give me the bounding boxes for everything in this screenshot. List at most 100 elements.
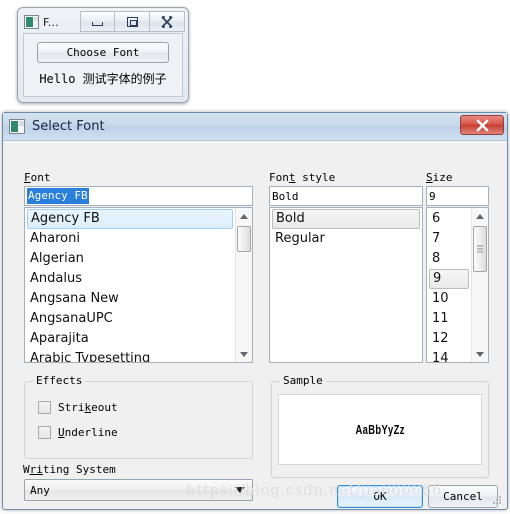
strikeout-label-rest: eout bbox=[91, 401, 118, 414]
select-font-dialog: Select Font Font Font style Size Agency … bbox=[2, 112, 508, 510]
dialog-titlebar[interactable]: Select Font bbox=[3, 113, 507, 141]
list-item[interactable]: 11 bbox=[428, 309, 470, 329]
dialog-close-button[interactable] bbox=[460, 115, 504, 135]
font-style-label-pre: Fon bbox=[269, 171, 289, 184]
list-item[interactable]: Agency FB bbox=[27, 209, 233, 229]
list-item[interactable]: 7 bbox=[428, 229, 470, 249]
scroll-up-button[interactable] bbox=[472, 208, 488, 224]
sample-group-title: Sample bbox=[280, 374, 326, 387]
choose-font-button[interactable]: Choose Font bbox=[37, 42, 169, 63]
dialog-title: Select Font bbox=[32, 119, 105, 134]
list-item[interactable]: 10 bbox=[428, 289, 470, 309]
list-item[interactable]: Angsana New bbox=[26, 289, 234, 309]
effects-group-title: Effects bbox=[33, 374, 86, 387]
scroll-down-button[interactable] bbox=[236, 346, 252, 362]
font-style-input-value: Bold bbox=[272, 189, 299, 203]
size-input-value: 9 bbox=[429, 189, 436, 203]
minimize-icon bbox=[92, 21, 103, 26]
minimize-button[interactable] bbox=[80, 11, 115, 32]
writing-system-value: Any bbox=[30, 483, 50, 497]
chevron-down-icon bbox=[476, 351, 484, 357]
size-input[interactable]: 9 bbox=[426, 186, 489, 206]
list-item[interactable]: Aharoni bbox=[26, 229, 234, 249]
close-icon bbox=[475, 118, 489, 132]
font-style-listbox[interactable]: Bold Regular bbox=[269, 207, 423, 363]
sample-preview-box: AaBbYyZz bbox=[278, 394, 482, 465]
strikeout-checkbox-row[interactable]: Strikeout bbox=[38, 401, 118, 414]
underline-label-rest: nderline bbox=[64, 426, 118, 439]
strikeout-label: Strikeout bbox=[58, 401, 118, 414]
chevron-up-icon bbox=[476, 213, 484, 219]
underline-label-accel: U bbox=[58, 426, 65, 439]
font-list-items: Agency FB Aharoni Algerian Andalus Angsa… bbox=[25, 208, 235, 362]
scrollbar-thumb[interactable] bbox=[237, 226, 251, 252]
font-input-value: Agency FB bbox=[27, 188, 89, 204]
writing-system-label-pre: W bbox=[23, 463, 30, 476]
app-window-controls bbox=[80, 11, 185, 32]
scrollbar-thumb[interactable] bbox=[473, 226, 487, 272]
writing-system-label-accel: ri bbox=[29, 463, 43, 476]
scrollbar-grip-icon bbox=[477, 245, 483, 253]
chevron-down-icon bbox=[240, 351, 248, 357]
writing-system-label: Writing System bbox=[23, 463, 116, 476]
list-item[interactable]: 14 bbox=[428, 349, 470, 362]
size-label-rest: ize bbox=[432, 171, 453, 184]
chevron-up-icon bbox=[240, 213, 248, 219]
scroll-down-button[interactable] bbox=[472, 346, 488, 362]
font-style-label: Font style bbox=[269, 171, 335, 184]
font-preview-text: Hello 测试字体的例子 bbox=[39, 72, 167, 86]
close-icon bbox=[161, 15, 173, 28]
font-style-label-accel: t bbox=[288, 171, 296, 184]
close-button[interactable] bbox=[150, 11, 185, 32]
size-list-items: 6 7 8 9 10 11 12 14 bbox=[427, 208, 471, 362]
underline-checkbox[interactable] bbox=[38, 426, 51, 439]
list-item[interactable]: Regular bbox=[271, 229, 421, 249]
font-listbox[interactable]: Agency FB Aharoni Algerian Andalus Angsa… bbox=[24, 207, 253, 363]
font-input[interactable]: Agency FB bbox=[24, 186, 253, 206]
app-window: F... Choose Font Hello 测试字体的例子 bbox=[17, 7, 189, 103]
list-item[interactable]: 8 bbox=[428, 249, 470, 269]
ok-button[interactable]: OK bbox=[337, 485, 423, 508]
writing-system-select[interactable]: Any bbox=[24, 479, 253, 501]
writing-system-label-rest: ting System bbox=[42, 463, 116, 476]
size-label: Size bbox=[426, 171, 453, 184]
size-list-scrollbar[interactable] bbox=[471, 208, 488, 362]
font-style-list-items: Bold Regular bbox=[270, 208, 422, 362]
list-item[interactable]: Algerian bbox=[26, 249, 234, 269]
strikeout-checkbox[interactable] bbox=[38, 401, 51, 414]
underline-label: Underline bbox=[58, 426, 118, 439]
maximize-icon bbox=[126, 16, 138, 27]
app-window-body: Choose Font Hello 测试字体的例子 bbox=[23, 33, 183, 97]
font-label-accel: F bbox=[24, 171, 31, 184]
sample-preview-text: AaBbYyZz bbox=[355, 422, 405, 437]
size-label-accel: S bbox=[426, 171, 433, 184]
list-item[interactable]: 12 bbox=[428, 329, 470, 349]
resize-grip-icon[interactable] bbox=[491, 494, 501, 504]
font-style-label-rest: style bbox=[295, 171, 336, 184]
font-label: Font bbox=[24, 171, 51, 184]
list-item[interactable]: Andalus bbox=[26, 269, 234, 289]
font-style-input[interactable]: Bold bbox=[269, 186, 423, 206]
app-window-titlebar[interactable]: F... bbox=[21, 11, 185, 33]
dialog-icon bbox=[9, 119, 25, 134]
font-list-scrollbar[interactable] bbox=[235, 208, 252, 362]
list-item[interactable]: 6 bbox=[428, 209, 470, 229]
list-item[interactable]: 9 bbox=[429, 269, 469, 289]
dialog-body: Font Font style Size Agency FB Bold 9 Ag… bbox=[4, 142, 506, 508]
font-label-rest: ont bbox=[30, 171, 51, 184]
list-item[interactable]: Bold bbox=[272, 209, 420, 229]
scroll-up-button[interactable] bbox=[236, 208, 252, 224]
screenshot-root: F... Choose Font Hello 测试字体的例子 Select Fo… bbox=[0, 0, 510, 514]
underline-checkbox-row[interactable]: Underline bbox=[38, 426, 118, 439]
chevron-down-icon bbox=[235, 487, 245, 493]
list-item[interactable]: AngsanaUPC bbox=[26, 309, 234, 329]
effects-group: Effects Strikeout Underline bbox=[24, 374, 253, 459]
size-listbox[interactable]: 6 7 8 9 10 11 12 14 bbox=[426, 207, 489, 363]
maximize-button[interactable] bbox=[115, 11, 150, 32]
cancel-button[interactable]: Cancel bbox=[428, 485, 498, 508]
app-window-title: F... bbox=[43, 15, 59, 29]
list-item[interactable]: Arabic Typesetting bbox=[26, 349, 234, 362]
strikeout-label-pre: Stri bbox=[58, 401, 85, 414]
application-icon bbox=[24, 15, 39, 29]
list-item[interactable]: Aparajita bbox=[26, 329, 234, 349]
